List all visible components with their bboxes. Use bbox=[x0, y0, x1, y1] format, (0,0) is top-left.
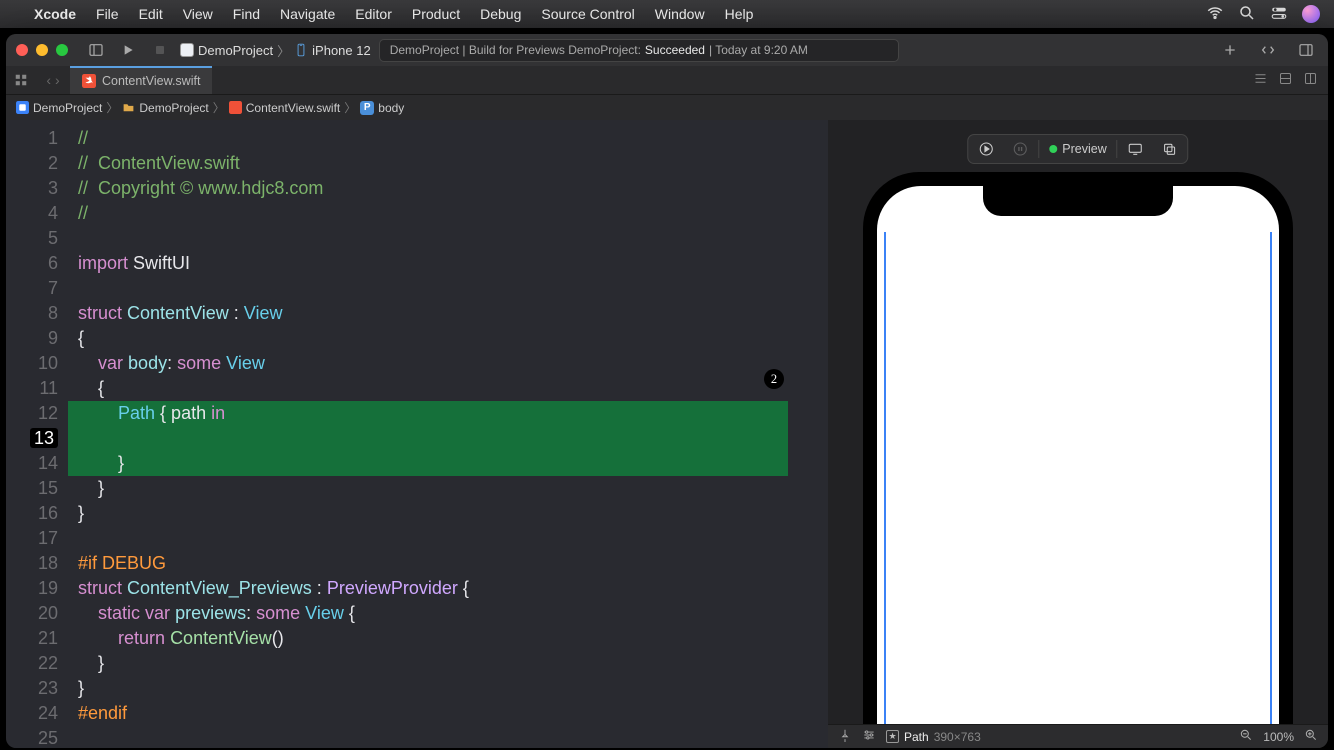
tab-filename: ContentView.swift bbox=[102, 74, 200, 88]
preview-pause-icon[interactable] bbox=[1004, 137, 1036, 161]
menu-view[interactable]: View bbox=[173, 6, 223, 22]
device-notch bbox=[983, 186, 1173, 216]
zoom-out-icon[interactable] bbox=[1239, 728, 1253, 745]
preview-play-icon[interactable] bbox=[970, 137, 1002, 161]
jump-symbol[interactable]: P body bbox=[360, 101, 404, 115]
swift-file-icon bbox=[229, 101, 242, 114]
navigator-toggle-icon[interactable] bbox=[84, 38, 108, 62]
inspector-toggle-icon[interactable] bbox=[1294, 38, 1318, 62]
preview-duplicate-icon[interactable] bbox=[1154, 137, 1186, 161]
minimize-window-button[interactable] bbox=[36, 44, 48, 56]
preview-canvas: Preview ★ Path 390×763 bbox=[828, 120, 1328, 748]
jump-bar[interactable]: DemoProject 〉 DemoProject 〉 ContentView.… bbox=[6, 94, 1328, 120]
jump-folder[interactable]: DemoProject bbox=[122, 101, 208, 115]
menu-file[interactable]: File bbox=[86, 6, 129, 22]
menu-debug[interactable]: Debug bbox=[470, 6, 531, 22]
scheme-selector[interactable]: DemoProject 〉 iPhone 12 bbox=[180, 41, 371, 60]
activity-time: | Today at 9:20 AM bbox=[709, 43, 808, 57]
canvas-status-bar: ★ Path 390×763 100% bbox=[828, 724, 1328, 748]
preview-toolbar: Preview bbox=[967, 134, 1188, 164]
control-center-icon[interactable] bbox=[1270, 4, 1288, 25]
code-review-icon[interactable] bbox=[1256, 38, 1280, 62]
preview-live-button[interactable]: Preview bbox=[1041, 137, 1114, 161]
jump-project[interactable]: DemoProject bbox=[16, 101, 102, 115]
adjust-icon[interactable] bbox=[862, 728, 876, 745]
menu-editor[interactable]: Editor bbox=[345, 6, 402, 22]
adjust-editor-icon[interactable] bbox=[1278, 71, 1293, 89]
related-items-icon[interactable] bbox=[6, 73, 36, 87]
activity-status: Succeeded bbox=[645, 43, 705, 57]
selected-element-chip[interactable]: ★ Path 390×763 bbox=[886, 730, 981, 744]
line-number-gutter: 1234567891011121314151617181920212223242… bbox=[6, 120, 68, 748]
source-editor[interactable]: 1234567891011121314151617181920212223242… bbox=[6, 120, 828, 748]
device-preview-stage[interactable] bbox=[828, 120, 1328, 724]
device-screen[interactable] bbox=[877, 186, 1279, 724]
add-editor-icon[interactable] bbox=[1303, 71, 1318, 89]
siri-icon[interactable] bbox=[1302, 5, 1320, 23]
window-toolbar: DemoProject 〉 iPhone 12 DemoProject | Bu… bbox=[6, 34, 1328, 66]
menu-source-control[interactable]: Source Control bbox=[531, 6, 644, 22]
tab-bar: ‹› ContentView.swift bbox=[6, 66, 1328, 94]
menu-window[interactable]: Window bbox=[645, 6, 715, 22]
device-frame bbox=[863, 172, 1293, 724]
folder-icon bbox=[122, 101, 135, 114]
struct-icon: ★ bbox=[886, 730, 899, 743]
menu-app[interactable]: Xcode bbox=[24, 6, 86, 22]
spotlight-icon[interactable] bbox=[1238, 4, 1256, 25]
stop-button-icon[interactable] bbox=[148, 38, 172, 62]
run-button-icon[interactable] bbox=[116, 38, 140, 62]
editor-canvas-split: 1234567891011121314151617181920212223242… bbox=[6, 120, 1328, 748]
menu-edit[interactable]: Edit bbox=[129, 6, 173, 22]
pin-icon[interactable] bbox=[838, 728, 852, 745]
preview-device-icon[interactable] bbox=[1120, 137, 1152, 161]
scheme-device-label: iPhone 12 bbox=[312, 43, 371, 58]
zoom-window-button[interactable] bbox=[56, 44, 68, 56]
device-icon bbox=[294, 43, 308, 57]
swift-file-icon bbox=[82, 74, 96, 88]
app-icon bbox=[180, 43, 194, 57]
wifi-icon[interactable] bbox=[1206, 4, 1224, 25]
menu-find[interactable]: Find bbox=[223, 6, 270, 22]
change-count-badge[interactable]: 2 bbox=[764, 369, 784, 389]
traffic-lights bbox=[16, 44, 68, 56]
zoom-level[interactable]: 100% bbox=[1263, 730, 1294, 744]
menu-navigate[interactable]: Navigate bbox=[270, 6, 345, 22]
nav-back-forward[interactable]: ‹› bbox=[36, 72, 70, 88]
editor-options-icon[interactable] bbox=[1253, 71, 1268, 89]
xcode-window: DemoProject 〉 iPhone 12 DemoProject | Bu… bbox=[6, 34, 1328, 748]
property-badge-icon: P bbox=[360, 101, 374, 115]
activity-viewer[interactable]: DemoProject | Build for Previews DemoPro… bbox=[379, 39, 899, 62]
selection-outline bbox=[884, 232, 1272, 724]
activity-text-prefix: DemoProject | Build for Previews DemoPro… bbox=[390, 43, 641, 57]
close-window-button[interactable] bbox=[16, 44, 28, 56]
menu-help[interactable]: Help bbox=[715, 6, 764, 22]
code-area[interactable]: //// ContentView.swift// Copyright © www… bbox=[68, 120, 828, 748]
menu-product[interactable]: Product bbox=[402, 6, 470, 22]
zoom-in-icon[interactable] bbox=[1304, 728, 1318, 745]
add-icon[interactable] bbox=[1218, 38, 1242, 62]
macos-menubar: Xcode File Edit View Find Navigate Edito… bbox=[0, 0, 1334, 28]
scheme-project-label: DemoProject bbox=[198, 43, 273, 58]
tab-contentview[interactable]: ContentView.swift bbox=[70, 66, 212, 94]
project-icon bbox=[16, 101, 29, 114]
jump-file[interactable]: ContentView.swift bbox=[229, 101, 341, 115]
